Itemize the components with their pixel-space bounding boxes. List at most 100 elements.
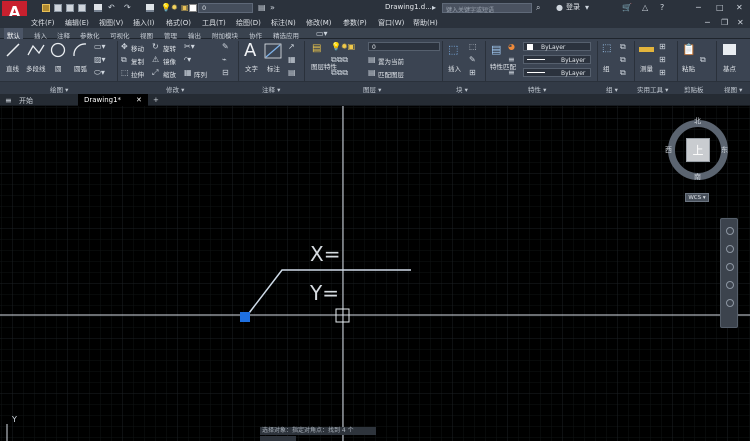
- arc-icon[interactable]: [72, 42, 88, 58]
- showmotion-icon[interactable]: [726, 299, 734, 307]
- edit-block-icon[interactable]: ✎: [469, 55, 476, 64]
- paste-label[interactable]: 粘贴: [682, 63, 695, 73]
- menu-modify[interactable]: 修改(M): [306, 18, 332, 28]
- rotate-icon[interactable]: ↻: [152, 42, 159, 51]
- panel-title-properties[interactable]: 特性 ▾: [528, 84, 546, 94]
- copy-tool-label[interactable]: 复制: [131, 56, 144, 66]
- copy-icon[interactable]: ⧉: [121, 55, 127, 65]
- move-tool-label[interactable]: 移动: [131, 43, 144, 53]
- scale-icon[interactable]: ⤢: [152, 68, 158, 78]
- offset-icon[interactable]: ⊟: [222, 68, 229, 77]
- wcs-menu[interactable]: WCS ▾: [685, 193, 709, 202]
- save-icon[interactable]: [54, 4, 62, 12]
- menu-dimension[interactable]: 标注(N): [271, 18, 296, 28]
- menu-format[interactable]: 格式(O): [166, 18, 191, 28]
- menu-edit[interactable]: 编辑(E): [65, 18, 89, 28]
- paste-icon[interactable]: 📋: [682, 43, 696, 56]
- tab-start[interactable]: 开始: [19, 96, 33, 106]
- store-icon[interactable]: 🛒: [622, 3, 632, 12]
- viewcube-south[interactable]: 南: [694, 172, 701, 182]
- menu-parametric[interactable]: 参数(P): [343, 18, 367, 28]
- attribute-icon[interactable]: ⊞: [469, 68, 476, 77]
- rotate-tool-label[interactable]: 旋转: [163, 43, 176, 53]
- redo-icon[interactable]: ↷: [124, 3, 131, 12]
- search-input[interactable]: 键入关键字或短语: [442, 3, 532, 14]
- hatch-icon[interactable]: ▨▾: [94, 55, 106, 64]
- expand-icon[interactable]: »: [270, 3, 275, 12]
- panel-title-block[interactable]: 块 ▾: [456, 84, 468, 94]
- file-tabs-menu-icon[interactable]: ≡: [5, 96, 12, 105]
- navigation-bar[interactable]: [720, 218, 738, 328]
- line-tool-label[interactable]: 直线: [6, 63, 19, 73]
- group-label[interactable]: 组: [603, 63, 610, 73]
- measure-label[interactable]: 测量: [640, 63, 653, 73]
- color-palette-icon[interactable]: ◕: [508, 42, 515, 51]
- set-current-label[interactable]: 置为当前: [378, 56, 404, 66]
- polyline-tool-label[interactable]: 多段线: [26, 63, 46, 73]
- viewcube-west[interactable]: 西: [665, 145, 672, 155]
- array-icon[interactable]: ▦: [184, 68, 192, 77]
- grip-point[interactable]: [240, 312, 250, 322]
- zoom-icon[interactable]: [726, 263, 734, 271]
- menu-view[interactable]: 视图(V): [99, 18, 123, 28]
- fillet-icon[interactable]: ◜▾: [184, 55, 191, 64]
- text-tool-label[interactable]: 文字: [245, 63, 258, 73]
- copy-clip-icon[interactable]: ⧉: [700, 55, 706, 65]
- lineweight-selector[interactable]: ByLayer: [523, 68, 591, 77]
- ungroup-icon[interactable]: ⧉: [620, 55, 626, 65]
- match-layer-label[interactable]: 匹配图层: [378, 69, 404, 79]
- mirror-tool-label[interactable]: 镜像: [163, 56, 176, 66]
- circle-icon[interactable]: [50, 42, 66, 58]
- panel-title-annotation[interactable]: 注释 ▾: [262, 84, 280, 94]
- base-point-label[interactable]: 基点: [723, 63, 736, 73]
- text-icon[interactable]: A: [244, 40, 256, 61]
- viewcube-north[interactable]: 北: [694, 116, 701, 126]
- menu-file[interactable]: 文件(F): [31, 18, 55, 28]
- panel-title-layers[interactable]: 图层 ▾: [363, 84, 381, 94]
- doc-restore-icon[interactable]: ❐: [721, 18, 728, 27]
- search-icon[interactable]: ⌕: [536, 3, 540, 13]
- menu-help[interactable]: 帮助(H): [413, 18, 438, 28]
- tab-close-icon[interactable]: ✕: [136, 96, 142, 104]
- move-icon[interactable]: ✥: [121, 42, 128, 51]
- panel-title-modify[interactable]: 修改 ▾: [166, 84, 184, 94]
- set-current-icon[interactable]: ▤: [368, 55, 376, 64]
- measure-icon[interactable]: [639, 47, 654, 52]
- insert-block-label[interactable]: 插入: [448, 63, 461, 73]
- match-layer-icon[interactable]: ▤: [368, 68, 376, 77]
- layer-bulb-icon[interactable]: 💡✹▣: [331, 42, 355, 51]
- orbit-icon[interactable]: [726, 281, 734, 289]
- linetype-selector[interactable]: ByLayer: [523, 55, 591, 64]
- login-dropdown-icon[interactable]: ▾: [585, 3, 589, 12]
- sun-icon[interactable]: ✹: [171, 3, 178, 12]
- print-icon[interactable]: [94, 4, 102, 12]
- arc-tool-label[interactable]: 圆弧: [74, 63, 87, 73]
- pan-icon[interactable]: [726, 245, 734, 253]
- base-point-icon[interactable]: [723, 44, 736, 55]
- panel-title-draw[interactable]: 绘图 ▾: [50, 84, 68, 94]
- utility-icon-2[interactable]: ⊞: [659, 55, 666, 64]
- panel-title-groups[interactable]: 组 ▾: [606, 84, 618, 94]
- doc-close-icon[interactable]: ✕: [737, 18, 744, 27]
- save-as-icon[interactable]: [66, 4, 74, 12]
- utility-icon-1[interactable]: ⊞: [659, 42, 666, 51]
- group-tools-icon[interactable]: ⧉: [620, 42, 626, 52]
- viewcube-top-face[interactable]: 上: [686, 138, 710, 162]
- doc-minimize-icon[interactable]: ─: [705, 18, 710, 27]
- tab-home[interactable]: 默认: [4, 28, 23, 40]
- open-icon[interactable]: [42, 4, 50, 12]
- panel-title-view[interactable]: 视图 ▾: [724, 84, 742, 94]
- lightbulb-icon[interactable]: 💡: [161, 3, 171, 12]
- match-properties-icon[interactable]: ▤: [491, 43, 501, 56]
- layer-tools-icons-2[interactable]: ⧉⧉⧉: [331, 68, 348, 78]
- explode-icon[interactable]: ⌁: [222, 55, 227, 64]
- line-icon[interactable]: [6, 43, 20, 57]
- maximize-icon[interactable]: □: [716, 3, 724, 12]
- lock-icon[interactable]: ▣: [181, 3, 189, 12]
- drawing-canvas[interactable]: X= Y= Y 上 北 南 东 西 WCS ▾ 选择对象：指定对角点：找到 4 …: [0, 106, 750, 441]
- menu-draw[interactable]: 绘图(D): [236, 18, 261, 28]
- mirror-icon[interactable]: ⚠: [152, 55, 159, 64]
- utility-icon-3[interactable]: ⊞: [659, 68, 666, 77]
- menu-insert[interactable]: 插入(I): [133, 18, 155, 28]
- group-edit-icon[interactable]: ⧉: [620, 68, 626, 78]
